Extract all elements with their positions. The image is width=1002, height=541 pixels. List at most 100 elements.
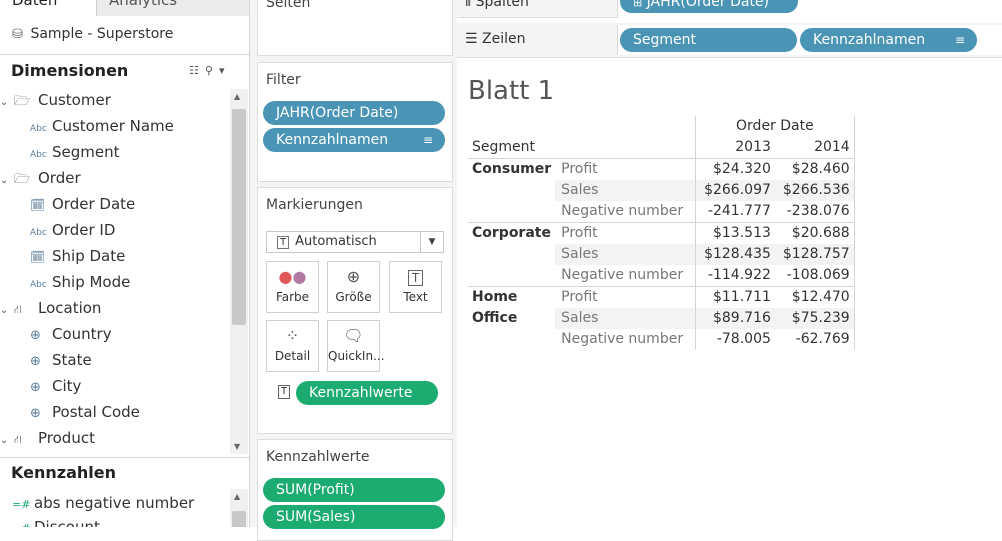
chevron-down-icon[interactable]: ▾ — [219, 64, 231, 77]
dimensions-scrollbar[interactable]: ▲ ▼ — [230, 89, 248, 454]
field-label: City — [52, 377, 82, 395]
datasource[interactable]: ⛁ Sample - Superstore — [12, 26, 173, 42]
field-country[interactable]: ⊕ Country — [30, 321, 112, 347]
value-cell[interactable]: -114.922 — [695, 265, 775, 287]
globe-icon: ⊕ — [30, 380, 41, 395]
measure-name: Profit — [555, 158, 696, 180]
value-cell[interactable]: $128.757 — [774, 244, 855, 265]
field-order-id[interactable]: Abc Order ID — [30, 217, 115, 243]
field-state[interactable]: ⊕ State — [30, 347, 92, 373]
chevron-down-icon[interactable]: ⌄ — [0, 168, 14, 194]
mark-type-select[interactable]: T Automatisch ▼ — [266, 231, 444, 253]
value-cell[interactable]: -108.069 — [775, 265, 854, 287]
columns-shelf-label: ⦀ Spalten — [465, 0, 529, 10]
measures-scrollbar[interactable]: ▲ — [230, 489, 248, 527]
tab-analytics[interactable]: Analytics▼ — [96, 0, 249, 16]
value-cell[interactable]: $11.711 — [695, 286, 775, 308]
text-button[interactable]: T Text — [389, 261, 442, 313]
field-label: Ship Mode — [52, 273, 131, 291]
value-cell[interactable]: $128.435 — [695, 244, 775, 265]
header-row: Order Date — [468, 116, 855, 137]
detail-button[interactable]: ⁘ Detail — [266, 320, 319, 372]
rows-pill-segment[interactable]: Segment — [620, 28, 797, 52]
field-label: Customer Name — [52, 117, 174, 135]
globe-icon: ⊕ — [30, 354, 41, 369]
field-postal-code[interactable]: ⊕ Postal Code — [30, 399, 140, 425]
pages-card: Seiten — [257, 0, 453, 56]
size-button[interactable]: ⊕ Größe — [327, 261, 380, 313]
scrollbar-thumb[interactable] — [232, 109, 246, 325]
rows-shelf: ☰ Zeilen Segment Kennzahlnamen ≡ — [457, 23, 1002, 58]
field-order-date[interactable]: 🗓 Order Date — [30, 191, 135, 217]
list-view-icon[interactable]: ☷ — [189, 64, 205, 77]
scrollbar-thumb[interactable] — [232, 511, 246, 527]
table-row: Negative number -78.005 -62.769 — [468, 329, 854, 350]
field-city[interactable]: ⊕ City — [30, 373, 81, 399]
tooltip-icon: 🗨 — [343, 326, 364, 345]
search-icon[interactable]: ⚲ — [205, 64, 219, 77]
value-cell[interactable]: $24.320 — [695, 158, 775, 180]
filter-icon: ≡ — [954, 33, 965, 47]
tab-data[interactable]: Daten — [0, 0, 108, 16]
marks-pill-measure-values[interactable]: Kennzahlwerte — [296, 381, 438, 405]
color-button[interactable]: ●● Farbe — [266, 261, 319, 313]
chevron-down-icon[interactable]: ▼ — [420, 232, 443, 252]
value-cell[interactable]: $20.688 — [774, 222, 855, 244]
value-cell[interactable]: $12.470 — [774, 286, 855, 308]
measure-name: Profit — [555, 222, 696, 244]
value-cell[interactable]: $266.097 — [695, 180, 775, 201]
field-discount[interactable]: =#Discount — [12, 514, 100, 527]
value-cell[interactable]: -78.005 — [695, 329, 775, 350]
value-cell[interactable]: $89.716 — [695, 308, 775, 329]
rows-icon: ☰ — [465, 31, 478, 47]
view-area: ⦀ Spalten ⊞ JAHR(Order Date) ☰ Zeilen Se… — [457, 0, 1002, 527]
text-label: Text — [403, 290, 428, 304]
value-cell[interactable]: -62.769 — [775, 329, 854, 350]
value-cell[interactable]: $266.536 — [774, 180, 855, 201]
scroll-up-icon[interactable]: ▲ — [234, 92, 240, 101]
mark-type-value: Automatisch — [295, 234, 377, 249]
measure-name: Negative number — [561, 203, 684, 219]
header-row: Segment 2013 2014 — [468, 137, 854, 159]
chevron-down-icon[interactable]: ⌄ — [0, 298, 14, 324]
field-customer[interactable]: ⌄ 🗁 Customer — [0, 87, 111, 113]
field-label: Segment — [52, 143, 120, 161]
chevron-down-icon[interactable]: ⌄ — [0, 428, 14, 454]
field-abs-negative-number[interactable]: =# abs negative number — [12, 490, 194, 516]
rows-drop-area[interactable]: Segment Kennzahlnamen ≡ — [617, 25, 1002, 55]
value-cell[interactable]: $28.460 — [774, 158, 855, 180]
filter-pill-measure-names[interactable]: Kennzahlnamen ≡ — [263, 128, 445, 152]
field-label: Order ID — [52, 221, 116, 239]
measure-name: Profit — [555, 286, 696, 308]
tooltip-button[interactable]: 🗨 QuickIn... — [327, 320, 385, 372]
marks-title: Markierungen — [266, 197, 363, 213]
table-row: Corporate Profit $13.513 $20.688 — [468, 222, 855, 244]
filter-pill-year[interactable]: JAHR(Order Date) — [263, 101, 445, 125]
field-order[interactable]: ⌄ 🗁 Order — [0, 165, 81, 191]
column-field-header: Order Date — [695, 116, 855, 137]
field-ship-mode[interactable]: Abc Ship Mode — [30, 269, 130, 295]
segment-label: Consumer — [468, 158, 556, 180]
field-segment[interactable]: Abc Segment — [30, 139, 120, 165]
field-location[interactable]: ⌄ ⛙ Location — [0, 295, 101, 321]
year-header: 2014 — [814, 139, 850, 155]
field-label: abs negative number — [34, 494, 195, 512]
measure-name: Sales — [555, 244, 696, 265]
columns-drop-area[interactable]: ⊞ JAHR(Order Date) — [617, 0, 1002, 18]
field-product[interactable]: ⌄ ⛙ Product — [0, 425, 95, 451]
chevron-down-icon[interactable]: ⌄ — [0, 90, 14, 116]
value-cell[interactable]: $13.513 — [695, 222, 775, 244]
columns-pill-year[interactable]: ⊞ JAHR(Order Date) — [620, 0, 798, 13]
value-cell[interactable]: -241.777 — [695, 201, 775, 223]
value-pill-profit[interactable]: SUM(Profit) — [263, 478, 445, 502]
field-customer-name[interactable]: Abc Customer Name — [30, 113, 174, 139]
value-pill-sales[interactable]: SUM(Sales) — [263, 505, 445, 529]
scroll-up-icon[interactable]: ▲ — [234, 492, 240, 501]
pill-label: Kennzahlnamen — [813, 32, 926, 48]
value-cell[interactable]: -238.076 — [775, 201, 854, 223]
rows-pill-measure-names[interactable]: Kennzahlnamen ≡ — [800, 28, 977, 52]
field-ship-date[interactable]: 🗓 Ship Date — [30, 243, 125, 269]
value-cell[interactable]: $75.239 — [774, 308, 855, 329]
columns-label-text: Spalten — [475, 0, 529, 10]
scroll-down-icon[interactable]: ▼ — [234, 442, 240, 451]
